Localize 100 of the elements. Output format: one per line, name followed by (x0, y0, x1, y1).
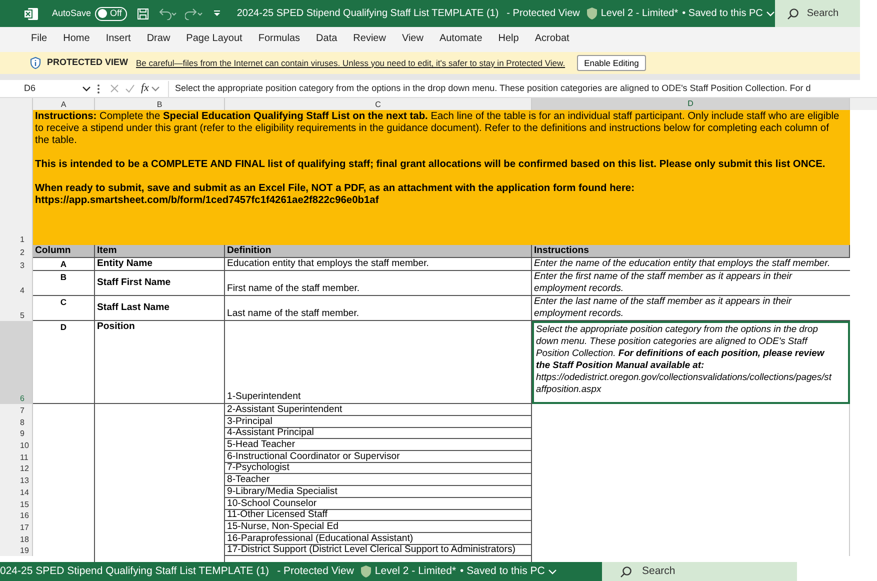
save-status[interactable]: • Saved to this PC (682, 6, 763, 21)
search-icon (786, 8, 799, 20)
customize-toolbar-icon[interactable] (212, 10, 221, 18)
table-cell: 16-Paraprofessional (Educational Assistant) (225, 532, 532, 545)
row-header[interactable]: 11 (0, 450, 33, 463)
table-cell: Entity Name (95, 258, 225, 271)
row-header[interactable]: 17 (0, 520, 33, 533)
table-cell: Last name of the staff member. (225, 296, 532, 321)
undo-icon[interactable] (158, 8, 177, 20)
ribbon-tab[interactable]: Help (498, 30, 519, 48)
ribbon-tab[interactable]: Data (316, 30, 338, 48)
ribbon-tab[interactable]: Page Layout (186, 30, 242, 48)
ribbon-tab[interactable]: Draw (146, 30, 170, 48)
table-cell[interactable]: Select the appropriate position category from the options in the drop down menu. These position categories are aligned to ODE's Staff Position Collection. For definitions of each position, please review the Staff Position Manual available at: https://odedistrict.oregon.gov/collectionsvalidations/collections/pages/staffposition.aspx (532, 321, 850, 404)
table-cell: Staff First Name (95, 271, 225, 296)
sensitivity-label[interactable]: Level 2 - Limited* (374, 564, 456, 580)
insert-function-button[interactable]: fx (141, 80, 149, 97)
document-title: 2024-25 SPED Stipend Qualifying Staff List TEMPLATE (1) (236, 7, 499, 21)
row-header[interactable]: 15 (0, 498, 33, 510)
table-cell: 1-Superintendent (225, 321, 532, 404)
row-header[interactable]: 18 (0, 532, 33, 545)
table-cell: 7-Psychologist (225, 462, 532, 474)
table-cell: B (33, 271, 95, 296)
instructions-paragraph: When ready to submit, save and submit as an Excel File, NOT a PDF, as an attachment with the application form found here: (35, 183, 636, 195)
shield-icon (586, 7, 598, 20)
row-header[interactable]: 12 (0, 462, 33, 474)
table-cell: 2-Assistant Superintendent (225, 404, 532, 416)
table-cell: Position (95, 321, 225, 404)
search-field[interactable]: Search (774, 0, 860, 27)
name-box[interactable]: D6 (0, 80, 93, 96)
table-cell[interactable]: Enter the first name of the staff member as it appears in their employment records. (532, 271, 850, 296)
table-cell: 8-Teacher (225, 474, 532, 486)
search-icon (620, 566, 632, 578)
table-cell: A (33, 258, 95, 271)
table-cell: 6-Instructional Coordinator or Supervisor (225, 450, 532, 463)
table-cell: 10-School Counselor (225, 498, 532, 510)
ribbon-tab[interactable]: Review (353, 30, 386, 48)
table-cell: D (33, 321, 95, 404)
row-header[interactable]: 9 (0, 427, 33, 440)
autosave-state: Off (110, 6, 123, 20)
ribbon-tab[interactable]: Home (63, 30, 90, 48)
table-cell: 3-Principal (225, 416, 532, 428)
table-cell[interactable]: Enter the last name of the staff member as it appears in their employment records. (532, 296, 850, 321)
protected-view-message[interactable]: Be careful—files from the Internet can contain viruses. Unless you need to edit, it's safer to stay in Protected View. (136, 56, 566, 70)
row-header[interactable]: 2 (0, 245, 33, 258)
shield-icon (360, 565, 372, 578)
ribbon-tab[interactable]: Formulas (258, 30, 300, 48)
row-header[interactable]: 19 (0, 544, 33, 556)
enable-editing-button[interactable]: Enable Editing (577, 55, 646, 71)
table-header-cell: Definition (225, 245, 532, 258)
row-header[interactable]: 14 (0, 486, 33, 498)
instructions-paragraph: This is intended to be a COMPLETE AND FINAL list of qualifying staff; final grant allocations will be confirmed based on this list. Please only submit this list ONCE. (35, 159, 826, 171)
ribbon-tab[interactable]: Acrobat (534, 30, 570, 48)
ribbon-tab[interactable]: View (402, 30, 424, 48)
table-cell: C (33, 296, 95, 321)
document-title: 024-25 SPED Stipend Qualifying Staff List TEMPLATE (1) (0, 564, 270, 579)
excel-logo-icon (24, 6, 38, 20)
table-header-cell: Item (95, 245, 225, 258)
save-icon[interactable] (136, 8, 149, 20)
table-cell[interactable]: Enter the name of the education entity that employs the staff member. (532, 258, 850, 271)
check-icon[interactable] (125, 84, 135, 93)
row-header[interactable]: 13 (0, 474, 33, 486)
table-cell: 17-District Support (District Level Clerical Support to Administrators) (225, 544, 532, 556)
table-cell: 11-Other Licensed Staff (225, 509, 532, 522)
ribbon-tab[interactable]: File (31, 30, 48, 48)
info-shield-icon (30, 57, 41, 69)
ribbon-tab[interactable]: Automate (439, 30, 482, 48)
redo-icon[interactable] (184, 8, 203, 20)
function-chevron-icon[interactable] (150, 86, 160, 92)
row-header[interactable]: 8 (0, 416, 33, 428)
protected-view-label: PROTECTED VIEW (47, 56, 128, 70)
row-header[interactable]: 16 (0, 509, 33, 522)
sensitivity-label[interactable]: Level 2 - Limited* (600, 6, 678, 21)
more-options-icon[interactable] (97, 84, 100, 94)
row-header[interactable]: 10 (0, 439, 33, 452)
row-header[interactable]: 5 (0, 296, 33, 321)
table-cell: First name of the staff member. (225, 271, 532, 296)
table-cell: Education entity that employs the staff member. (225, 258, 532, 271)
view-mode-label: - Protected View (277, 564, 354, 579)
table-cell: 9-Library/Media Specialist (225, 486, 532, 498)
save-status[interactable]: • Saved to this PC (460, 564, 545, 580)
chevron-down-icon[interactable] (82, 86, 91, 92)
formula-field[interactable]: Select the appropriate position category from the options in the drop down menu. These position categories are aligned to ODE's Staff Position Collection. For d (168, 80, 811, 96)
autosave-label: AutoSave (52, 6, 92, 20)
table-cell: 15-Nurse, Non-Special Ed (225, 520, 532, 533)
row-header[interactable]: 6 (0, 321, 33, 404)
table-header-cell: Instructions (532, 245, 850, 258)
instructions-paragraph: https://app.smartsheet.com/b/form/1ced7457fc1f4261ae2f822c96e0b1af (35, 195, 380, 207)
instructions-paragraph: Instructions: Complete the Special Education Qualifying Staff List on the next tab. Each line of the table is for an individual staff participant. Only include staff who are eligible to receive a stipend under this grant (refer to the eligibility requirements in the guidance document). Refer to the definitions and instructions below for completing each column of the table. (35, 111, 840, 147)
view-mode-label: - Protected View (506, 7, 580, 21)
row-header[interactable]: 7 (0, 404, 33, 416)
row-header[interactable]: 3 (0, 258, 33, 271)
table-header-cell: Column (33, 245, 95, 258)
ribbon-tab[interactable]: Insert (106, 30, 131, 48)
row-header[interactable]: 1 (0, 110, 33, 245)
table-cell: 4-Assistant Principal (225, 427, 532, 440)
autosave-toggle[interactable]: Off (95, 6, 127, 20)
row-header[interactable]: 4 (0, 271, 33, 296)
table-cell: 5-Head Teacher (225, 439, 532, 452)
search-field[interactable]: Search (602, 562, 797, 581)
